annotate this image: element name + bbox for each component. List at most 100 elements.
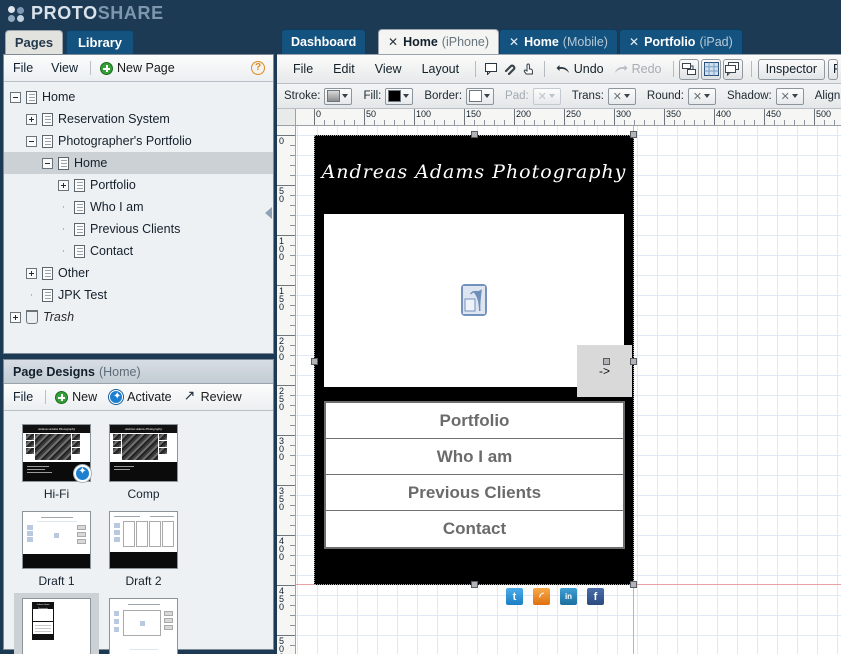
chevron-down-icon: [342, 94, 349, 98]
next-arrow-button[interactable]: ->: [577, 345, 632, 397]
tree-item[interactable]: Home: [4, 152, 273, 174]
prop-control-border[interactable]: [466, 87, 495, 105]
ruler-label: 250: [279, 386, 285, 412]
redo-label: Redo: [631, 62, 662, 76]
selection-handle[interactable]: [471, 131, 478, 138]
ruler-minor-tick: [290, 215, 295, 216]
hand-pointer-icon[interactable]: [519, 59, 538, 79]
tree-item[interactable]: Other: [4, 262, 273, 284]
selection-handle[interactable]: [630, 581, 637, 588]
tree-item[interactable]: · JPK Test: [4, 284, 273, 306]
menu-edit[interactable]: Edit: [323, 62, 365, 76]
tree-item[interactable]: · Previous Clients: [4, 218, 273, 240]
menu-layout[interactable]: Layout: [412, 62, 470, 76]
close-x-icon[interactable]: ✕: [629, 35, 639, 49]
selection-handle[interactable]: [630, 131, 637, 138]
properties-button[interactable]: P: [828, 58, 838, 80]
tree-toggle-minus[interactable]: [42, 157, 53, 169]
tree-toggle-minus[interactable]: [10, 91, 21, 103]
twitter-icon[interactable]: t: [506, 588, 523, 605]
rss-icon[interactable]: ◜: [533, 588, 550, 605]
tab-library[interactable]: Library: [66, 30, 134, 54]
prop-control-stroke[interactable]: [324, 87, 353, 105]
new-page-button[interactable]: New Page: [94, 61, 181, 75]
site-title[interactable]: Andreas Adams Photography: [315, 161, 633, 183]
help-icon[interactable]: ?: [251, 61, 265, 75]
new-design-button[interactable]: New: [49, 390, 103, 404]
ruler-minor-tick: [290, 175, 295, 176]
tree-item[interactable]: · Who I am: [4, 196, 273, 218]
annotations-icon[interactable]: [722, 58, 743, 80]
tree-item[interactable]: Photographer's Portfolio: [4, 130, 273, 152]
design-thumbnail-hifi[interactable]: Andreas Adams PhotographyHi-Fi: [14, 419, 99, 504]
ruler-minor-tick: [290, 265, 295, 266]
tab-dashboard[interactable]: Dashboard: [281, 29, 367, 54]
tree-item[interactable]: Reservation System: [4, 108, 273, 130]
ruler-label: 200: [279, 336, 285, 362]
menu-file[interactable]: File: [283, 62, 323, 76]
tree-toggle-plus[interactable]: [58, 179, 69, 191]
ruler-minor-tick: [290, 305, 295, 306]
attachment-icon[interactable]: [501, 59, 520, 79]
selection-handle[interactable]: [603, 358, 610, 365]
tab-pages[interactable]: Pages: [5, 30, 63, 54]
tree-item[interactable]: Home: [4, 86, 273, 108]
redo-arrow-icon: [614, 64, 628, 73]
design-thumbnail-comp[interactable]: Andreas Adams Photography Comp: [101, 419, 186, 504]
page-icon: [42, 266, 53, 280]
design-thumbnail-label: Draft 2: [125, 574, 162, 588]
tree-item[interactable]: Portfolio: [4, 174, 273, 196]
thumbnail-preview: [109, 511, 178, 569]
tab-home-mobile[interactable]: ✕ Home (Mobile): [499, 29, 618, 54]
pages-menu-file[interactable]: File: [4, 61, 42, 75]
selection-handle[interactable]: [311, 358, 318, 365]
menu-view[interactable]: View: [365, 62, 412, 76]
ruler-minor-tick: [524, 120, 525, 125]
design-thumbnail-wireframe[interactable]: Wireframe: [101, 593, 186, 654]
prop-control-round[interactable]: ✕: [687, 87, 716, 105]
social-links-row: t ◜ in f: [506, 588, 604, 605]
panel-collapse-arrow[interactable]: [265, 207, 272, 219]
selection-handle[interactable]: [630, 358, 637, 365]
ruler-minor-tick: [484, 120, 485, 125]
protoshare-app: PROTOSHARE Pages Library File View New P…: [0, 0, 841, 654]
tree-item[interactable]: · Contact: [4, 240, 273, 262]
tree-toggle-plus[interactable]: [26, 267, 37, 279]
linkedin-icon[interactable]: in: [560, 588, 577, 605]
nav-item[interactable]: Who I am: [326, 439, 623, 475]
review-design-button[interactable]: Review: [178, 387, 248, 405]
tab-name: Home: [524, 35, 559, 49]
tab-portfolio-ipad[interactable]: ✕ Portfolio (iPad): [619, 29, 743, 54]
close-x-icon[interactable]: ✕: [509, 35, 519, 49]
tree-toggle-plus[interactable]: [26, 113, 37, 125]
activate-design-button[interactable]: Activate: [103, 389, 177, 405]
device-frame-iphone[interactable]: Andreas Adams Photography -> Portfolio W…: [314, 135, 634, 605]
tree-item[interactable]: Trash: [4, 306, 273, 328]
close-x-icon[interactable]: ✕: [388, 35, 398, 49]
nav-item[interactable]: Portfolio: [326, 403, 623, 439]
design-thumbnail-iphone[interactable]: Andreas Adams PhotographyiPhone: [14, 593, 99, 654]
prop-control-shadow[interactable]: ✕: [775, 87, 804, 105]
review-label: Review: [200, 390, 242, 404]
tab-home-iphone[interactable]: ✕ Home (iPhone): [378, 29, 500, 54]
pages-menu-view[interactable]: View: [42, 61, 87, 75]
designs-menu-file[interactable]: File: [4, 390, 42, 404]
toolbar-divider: [90, 61, 92, 75]
nav-item[interactable]: Previous Clients: [326, 475, 623, 511]
tree-toggle-minus[interactable]: [26, 135, 37, 147]
facebook-icon[interactable]: f: [587, 588, 604, 605]
nav-item[interactable]: Contact: [326, 511, 623, 547]
grid-icon[interactable]: [701, 58, 721, 80]
design-canvas[interactable]: Andreas Adams Photography -> Portfolio W…: [296, 126, 841, 654]
prop-control-fill[interactable]: [385, 87, 414, 105]
prop-control-trans[interactable]: ✕: [607, 87, 636, 105]
undo-button[interactable]: Undo: [551, 62, 609, 76]
comment-icon[interactable]: [482, 59, 501, 79]
selection-handle[interactable]: [471, 581, 478, 588]
design-thumbnail-draft2[interactable]: Draft 2: [101, 506, 186, 591]
design-thumbnail-draft1[interactable]: Draft 1: [14, 506, 99, 591]
tree-toggle-plus[interactable]: [10, 311, 21, 323]
inspector-button[interactable]: Inspector: [757, 58, 825, 80]
layers-icon[interactable]: [679, 58, 700, 80]
ruler-minor-tick: [754, 120, 755, 125]
